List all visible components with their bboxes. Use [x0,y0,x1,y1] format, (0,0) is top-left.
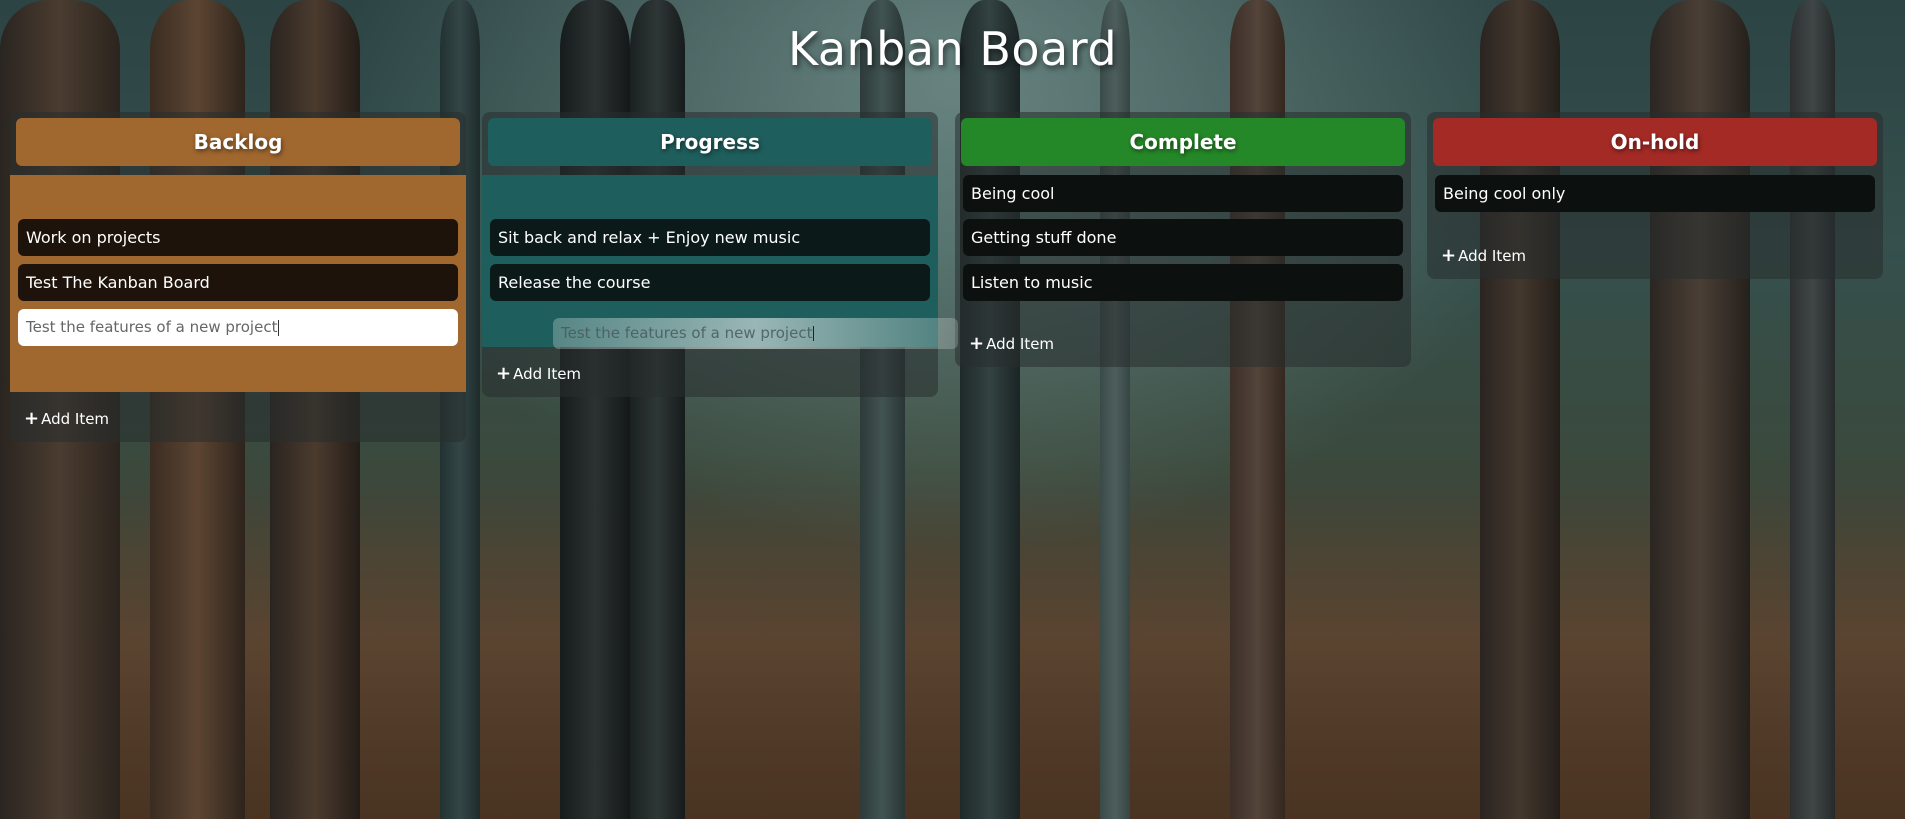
card-progress-1[interactable]: Release the course [490,264,930,301]
column-header-complete: Complete [961,118,1405,166]
card-complete-1[interactable]: Getting stuff done [963,219,1403,256]
add-item-button-complete[interactable]: + Add Item [969,333,1054,354]
new-item-input[interactable]: Test the features of a new project [18,309,458,346]
forest-floor [0,489,1905,819]
column-onhold: On-hold Being cool only + Add Item [1427,112,1883,279]
new-item-input-value: Test the features of a new project [26,318,278,336]
add-item-button-onhold[interactable]: + Add Item [1441,245,1526,266]
plus-icon: + [496,363,512,384]
drag-ghost-text: Test the features of a new project [561,324,813,342]
drop-zone-complete[interactable]: Being cool Getting stuff done Listen to … [955,175,1411,315]
column-header-onhold: On-hold [1433,118,1877,166]
column-progress: Progress Sit back and relax + Enjoy new … [482,112,938,397]
column-backlog: Backlog Work on projects Test The Kanban… [10,112,466,442]
add-item-label: Add Item [986,335,1055,353]
plus-icon: + [969,333,985,354]
card-onhold-0[interactable]: Being cool only [1435,175,1875,212]
drop-zone-onhold[interactable]: Being cool only [1427,175,1883,225]
add-item-label: Add Item [41,410,110,428]
text-caret [278,319,280,336]
column-header-backlog: Backlog [16,118,460,166]
plus-icon: + [1441,245,1457,266]
add-item-label: Add Item [1458,247,1527,265]
drag-ghost-item: Test the features of a new project [553,318,958,349]
card-complete-2[interactable]: Listen to music [963,264,1403,301]
add-item-label: Add Item [513,365,582,383]
card-backlog-0[interactable]: Work on projects [18,219,458,256]
add-item-button-backlog[interactable]: + Add Item [24,408,109,429]
card-complete-0[interactable]: Being cool [963,175,1403,212]
page-title: Kanban Board [787,22,1118,76]
column-complete: Complete Being cool Getting stuff done L… [955,112,1411,367]
plus-icon: + [24,408,40,429]
card-progress-0[interactable]: Sit back and relax + Enjoy new music [490,219,930,256]
add-item-button-progress[interactable]: + Add Item [496,363,581,384]
card-backlog-1[interactable]: Test The Kanban Board [18,264,458,301]
drop-zone-backlog[interactable]: Work on projects Test The Kanban Board T… [10,175,466,392]
text-caret [813,326,815,341]
column-header-progress: Progress [488,118,932,166]
